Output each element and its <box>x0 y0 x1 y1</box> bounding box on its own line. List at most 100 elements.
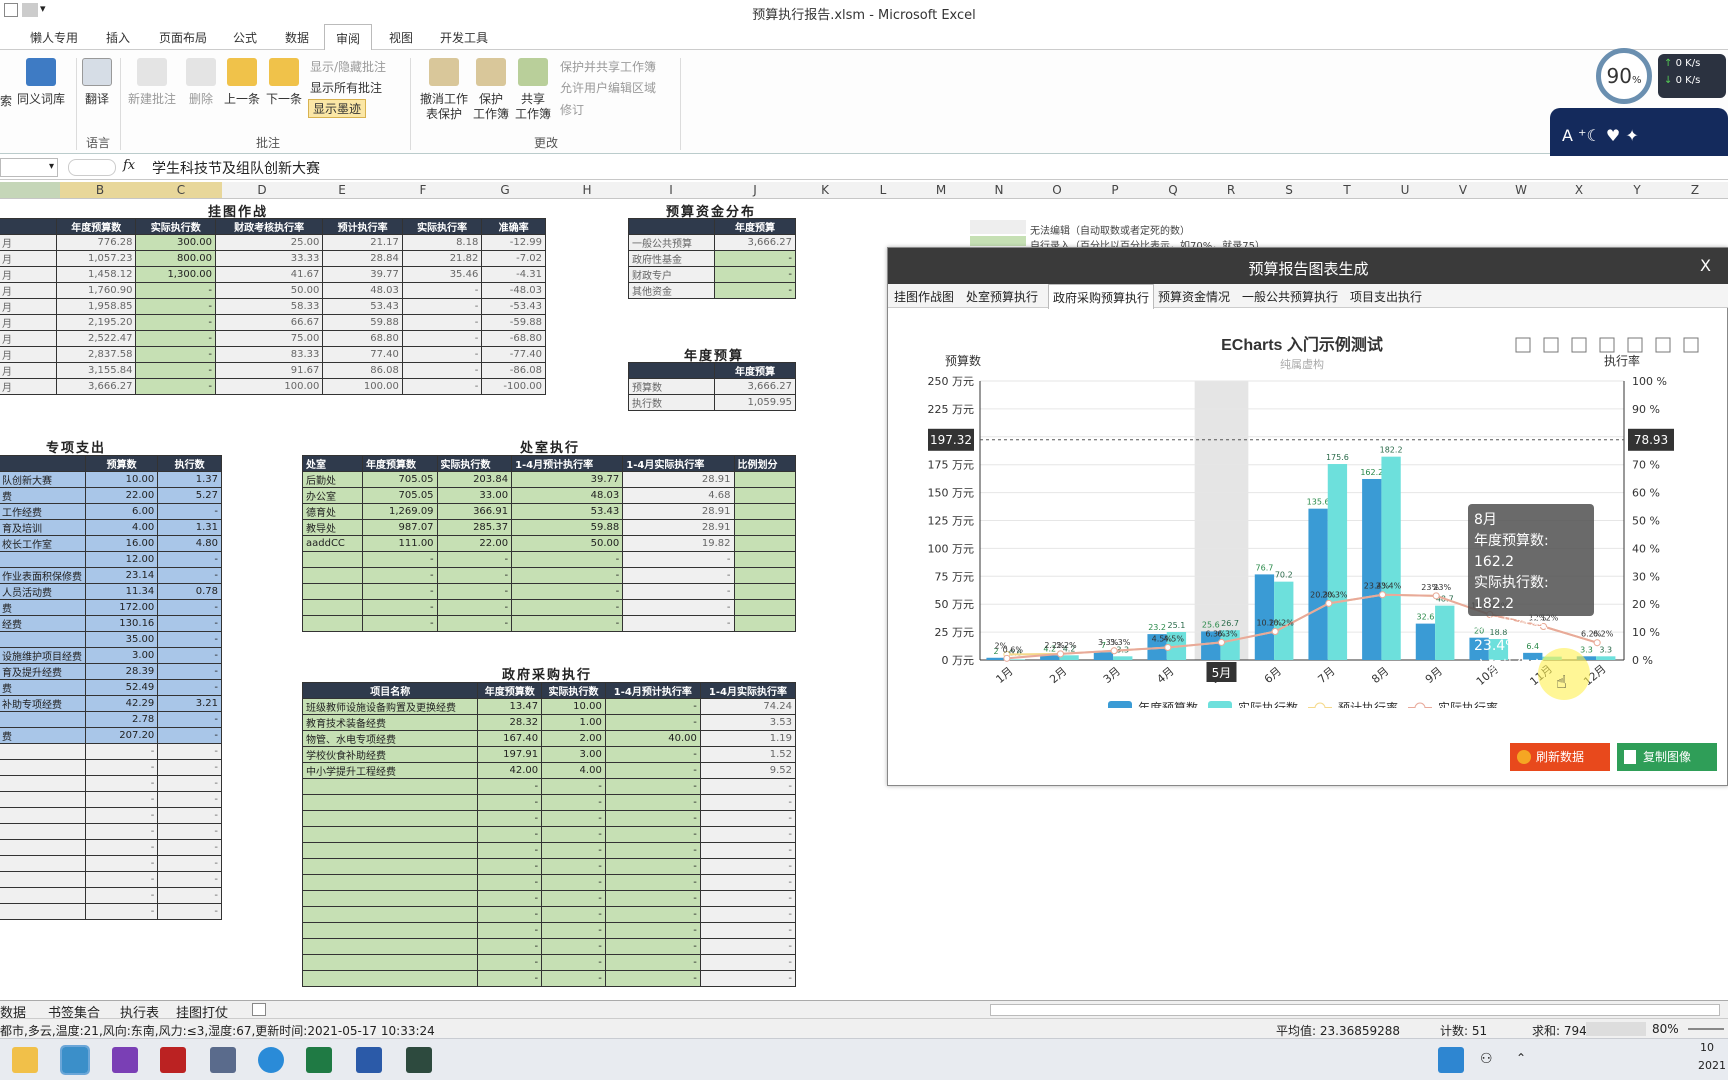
app-icon[interactable] <box>60 1045 90 1075</box>
col-header-w[interactable]: W <box>1492 183 1550 197</box>
table-cell[interactable]: 33.33 <box>214 250 324 267</box>
formula-content[interactable]: 学生科技节及组队创新大赛 <box>152 158 320 178</box>
table-cell[interactable]: 1.52 <box>699 746 797 763</box>
show-hide-comment[interactable]: 显示/隐藏批注 <box>310 58 386 75</box>
table-cell[interactable]: 35.00 <box>84 631 159 648</box>
table-cell[interactable]: 物管、水电专项经费 <box>301 730 479 747</box>
memory-gauge[interactable]: 90% <box>1596 48 1652 104</box>
table-cell[interactable]: 1,269.09 <box>362 503 438 520</box>
dtab-0[interactable]: 挂图作战图 <box>894 288 954 305</box>
table-cell[interactable]: - <box>157 615 222 632</box>
table-cell[interactable]: - <box>157 839 222 856</box>
legend-label[interactable]: 实际执行率 <box>1438 700 1498 708</box>
table-cell[interactable]: 4.68 <box>622 487 735 504</box>
table-cell[interactable]: 6.00 <box>84 503 159 520</box>
table-cell[interactable]: 21.17 <box>322 234 403 251</box>
table-cell[interactable]: 政府性基金 <box>628 250 715 267</box>
table-cell[interactable]: - <box>436 615 513 632</box>
table-cell[interactable]: 1,057.23 <box>55 250 137 267</box>
table-cell[interactable]: 987.07 <box>362 519 438 536</box>
table-cell[interactable]: - <box>699 778 797 795</box>
table-cell[interactable]: 100.00 <box>322 378 403 395</box>
table-cell[interactable]: 4.00 <box>84 519 159 536</box>
table-cell[interactable]: - <box>157 791 222 808</box>
dtab-5[interactable]: 项目支出执行 <box>1350 288 1422 305</box>
table-cell[interactable]: 1,458.12 <box>55 266 137 283</box>
table-cell[interactable] <box>0 791 86 808</box>
legend-label[interactable]: 预计执行率 <box>1338 700 1398 708</box>
table-cell[interactable]: 2,837.58 <box>55 346 137 363</box>
dtab-4[interactable]: 一般公共预算执行 <box>1242 288 1338 305</box>
table-cell[interactable] <box>301 615 364 632</box>
table-cell[interactable]: 19.82 <box>622 535 735 552</box>
table-cell[interactable] <box>301 906 479 923</box>
bar-budget[interactable] <box>1308 508 1328 660</box>
table-cell[interactable]: 58.33 <box>214 298 324 315</box>
table-cell[interactable] <box>733 551 796 568</box>
table-cell[interactable]: - <box>699 858 797 875</box>
table-cell[interactable] <box>0 743 86 760</box>
table-cell[interactable]: - <box>604 970 701 987</box>
line-point[interactable] <box>1110 647 1118 655</box>
col-header-s[interactable]: S <box>1260 183 1318 197</box>
table-cell[interactable]: 28.32 <box>477 714 543 731</box>
bar-budget[interactable] <box>1254 574 1275 660</box>
table-cell[interactable]: - <box>604 938 701 955</box>
table-cell[interactable]: - <box>84 791 159 808</box>
table-cell[interactable]: 工作经费 <box>0 503 86 520</box>
table-cell[interactable]: 教育技术装备经费 <box>301 714 479 731</box>
table-cell[interactable]: 28.91 <box>622 471 735 488</box>
table-cell[interactable]: 费 <box>0 727 86 744</box>
table-cell[interactable]: 48.03 <box>322 282 403 299</box>
bar-budget[interactable] <box>986 657 1006 660</box>
table-cell[interactable]: 59.88 <box>322 314 403 331</box>
echarts-chart[interactable]: ECharts 入门示例测试纯属虚构 预算数 执行率 0 万元 25 万元 50 万元 75… <box>888 308 1728 708</box>
table-cell[interactable]: 285.37 <box>436 519 513 536</box>
table-cell[interactable]: - <box>135 298 216 315</box>
file-explorer-icon[interactable] <box>12 1047 38 1073</box>
table-cell[interactable]: 28.91 <box>622 503 735 520</box>
table-cell[interactable]: 一般公共预算 <box>628 234 715 251</box>
table-cell[interactable]: 1,300.00 <box>135 266 216 283</box>
table-cell[interactable]: 补助专项经费 <box>0 695 86 712</box>
col-header-c[interactable]: C <box>140 183 222 197</box>
table-cell[interactable]: 75.00 <box>214 330 324 347</box>
table-cell[interactable]: 校长工作室 <box>0 535 86 552</box>
table-cell[interactable]: 52.49 <box>84 679 159 696</box>
table-cell[interactable]: - <box>714 250 796 267</box>
col-header-t[interactable]: T <box>1318 183 1376 197</box>
table-cell[interactable]: - <box>157 775 222 792</box>
table-cell[interactable]: -12.99 <box>481 234 546 251</box>
tab-developer[interactable]: 开发工具 <box>436 29 492 46</box>
table-cell[interactable]: 11.34 <box>84 583 159 600</box>
table-cell[interactable]: 3,666.27 <box>714 234 796 251</box>
col-header-n[interactable]: N <box>970 183 1028 197</box>
tab-insert[interactable]: 插入 <box>100 29 136 46</box>
table-cell[interactable]: - <box>362 567 438 584</box>
table-cell[interactable]: 育及提升经费 <box>0 663 86 680</box>
table-cell[interactable]: - <box>135 330 216 347</box>
table-cell[interactable] <box>733 503 796 520</box>
table-cell[interactable]: - <box>604 810 701 827</box>
table-cell[interactable]: - <box>541 938 606 955</box>
table-cell[interactable] <box>301 567 364 584</box>
col-header-m[interactable]: M <box>912 183 970 197</box>
table-cell[interactable]: 教导处 <box>301 519 364 536</box>
table-cell[interactable]: 费 <box>0 487 86 504</box>
table-cell[interactable]: - <box>699 794 797 811</box>
table-cell[interactable] <box>301 842 479 859</box>
table-cell[interactable]: 月 <box>0 362 57 379</box>
table-cell[interactable]: - <box>157 903 222 920</box>
table-cell[interactable]: - <box>541 778 606 795</box>
tab-view[interactable]: 视图 <box>384 29 418 46</box>
table-cell[interactable]: - <box>477 890 543 907</box>
table-cell[interactable] <box>733 567 796 584</box>
table-cell[interactable]: - <box>604 762 701 779</box>
thesaurus-button[interactable]: 同义词库 <box>16 58 66 107</box>
table-cell[interactable]: - <box>436 551 513 568</box>
table-cell[interactable]: 月 <box>0 266 57 283</box>
table-cell[interactable]: - <box>622 615 735 632</box>
translate-button[interactable]: 翻译 <box>80 58 114 107</box>
share-workbook-button[interactable]: 共享 工作簿 <box>512 58 554 122</box>
line-point[interactable] <box>1003 654 1011 662</box>
